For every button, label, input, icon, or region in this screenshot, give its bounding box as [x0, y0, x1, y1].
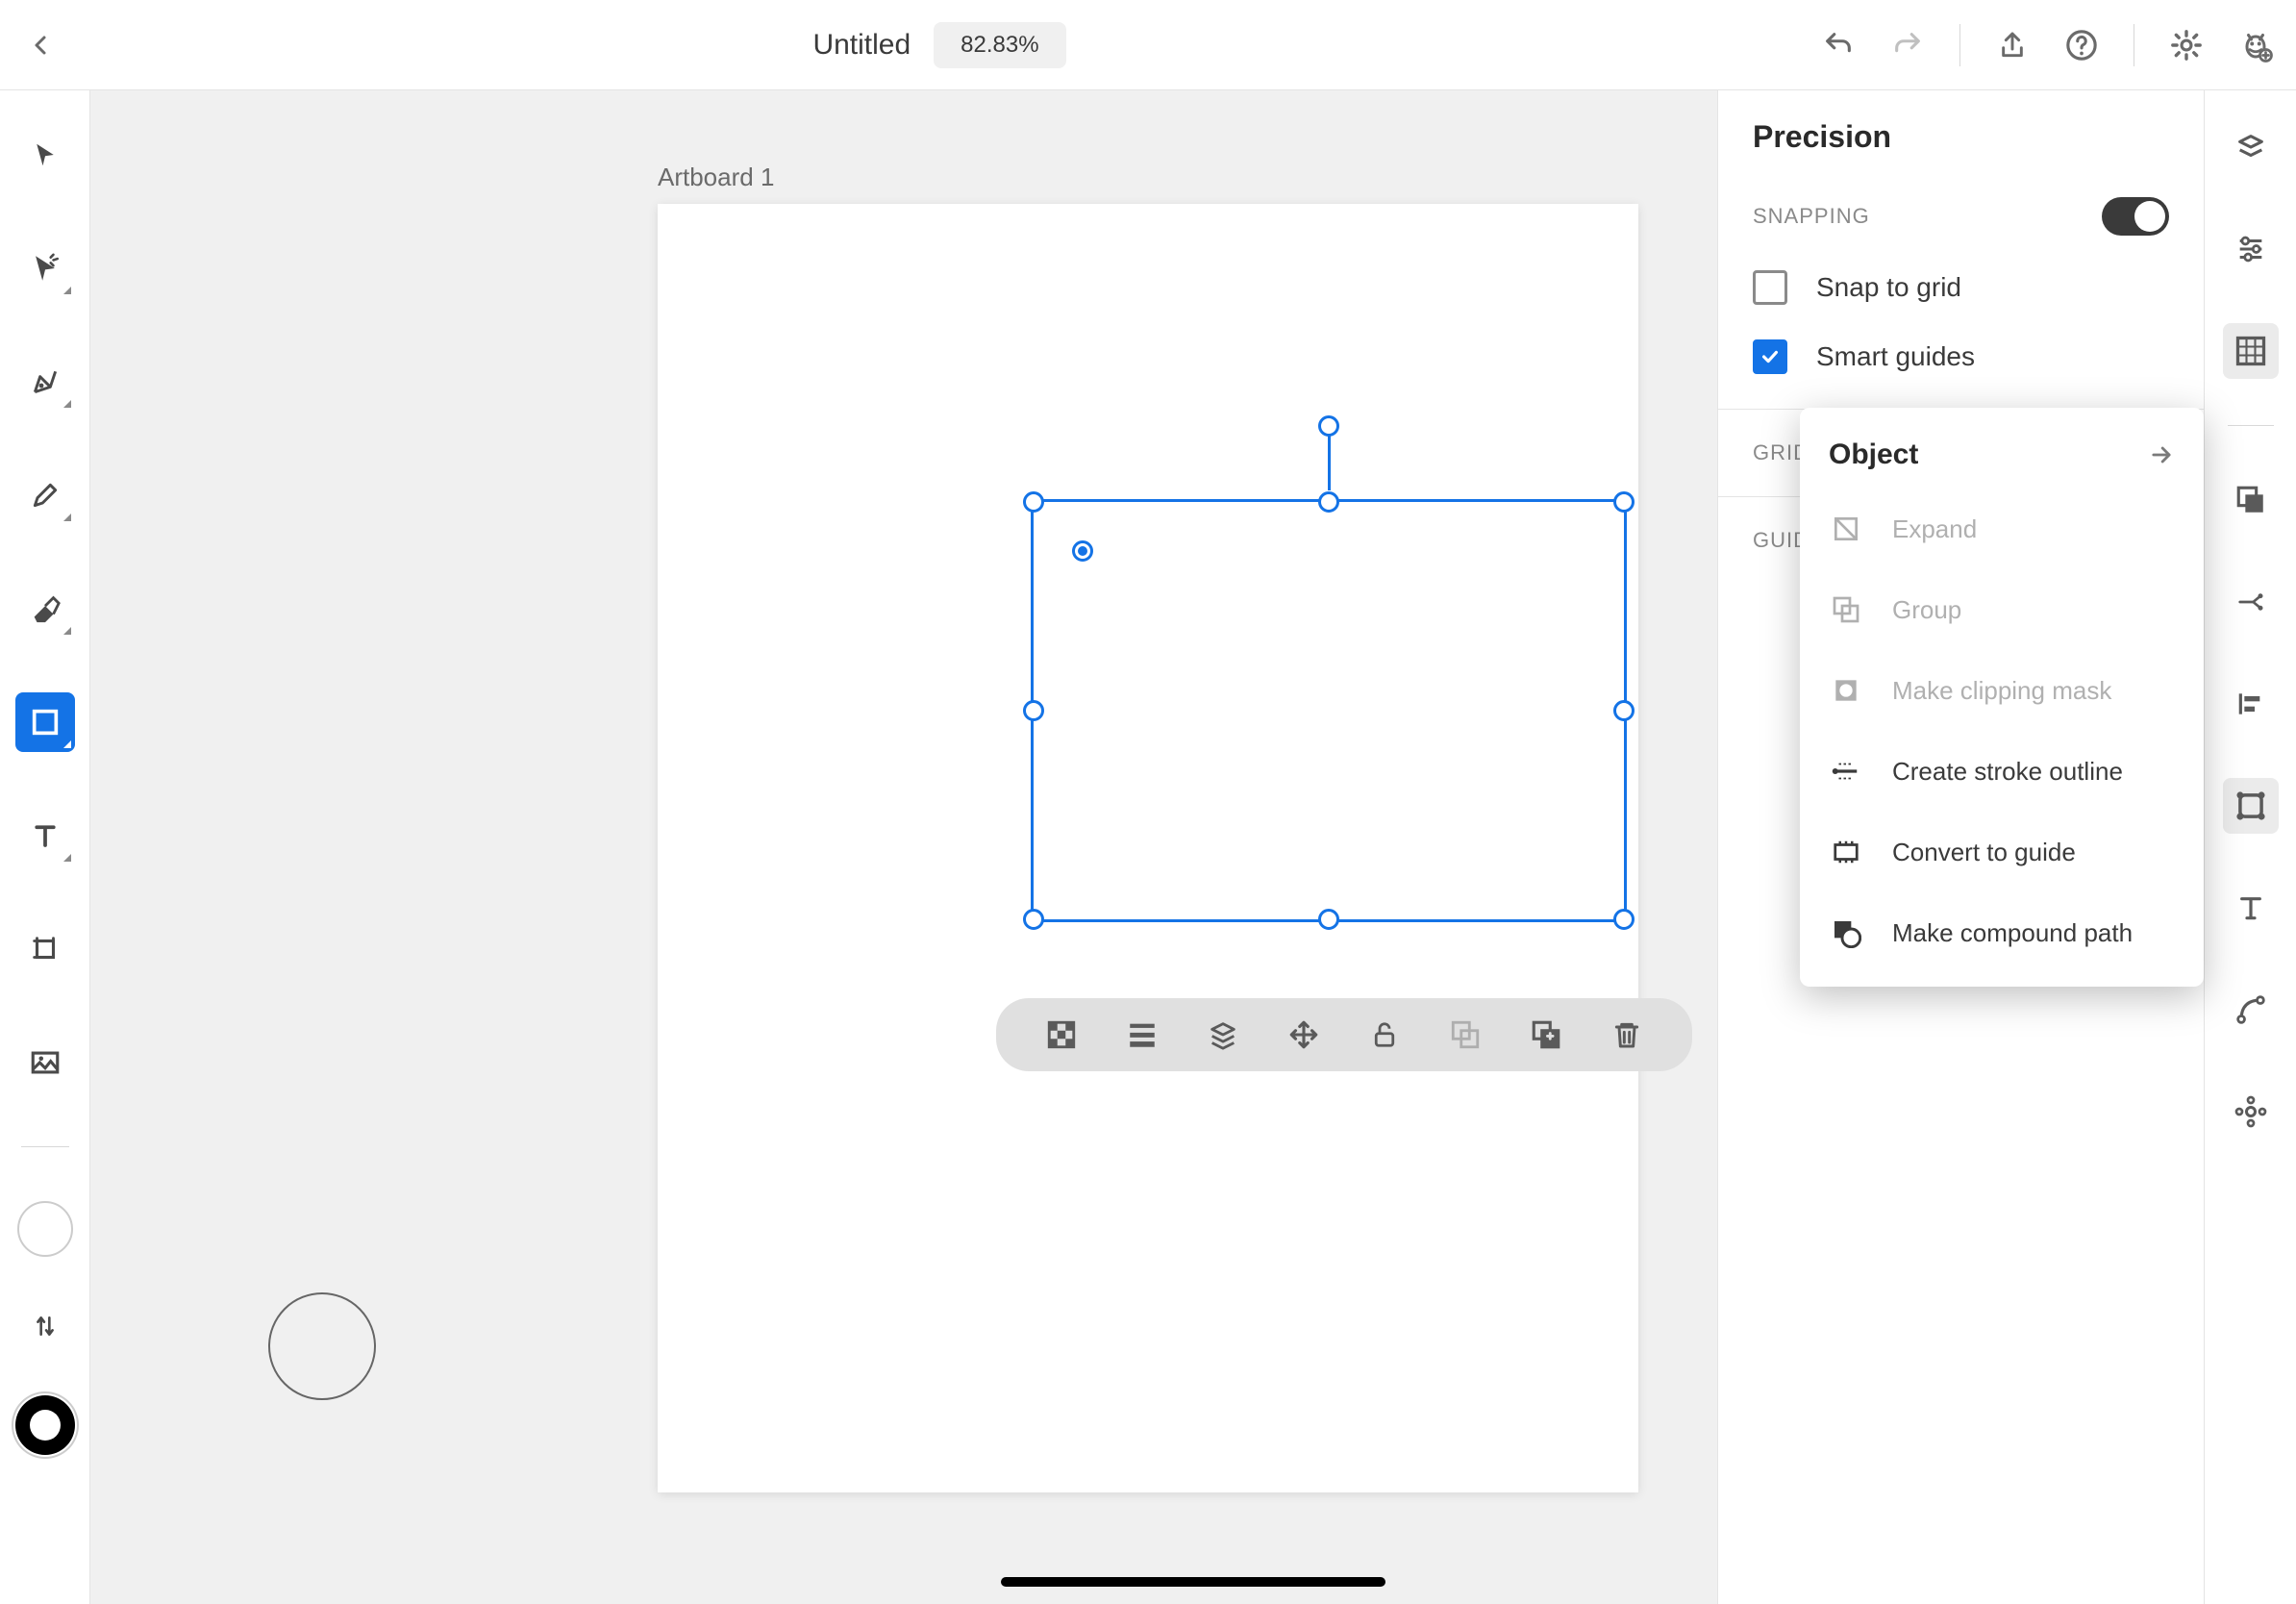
snap-to-grid-row[interactable]: Snap to grid: [1718, 253, 2204, 322]
move-icon[interactable]: [1285, 1015, 1323, 1054]
snap-to-grid-label: Snap to grid: [1816, 272, 1961, 303]
properties-panel-icon[interactable]: [2223, 221, 2279, 277]
pen-tool[interactable]: [15, 352, 75, 412]
shape-tool[interactable]: [15, 692, 75, 752]
type-panel-icon[interactable]: [2223, 880, 2279, 936]
artboard-label[interactable]: Artboard 1: [658, 163, 774, 192]
document-title[interactable]: Untitled: [812, 29, 911, 62]
object-popover-title: Object: [1829, 439, 1918, 471]
stroke-weight-icon[interactable]: [1123, 1015, 1161, 1054]
resize-handle-ml[interactable]: [1023, 700, 1044, 721]
object-clipping-mask-label: Make clipping mask: [1892, 676, 2111, 706]
group-icon: [1829, 592, 1863, 627]
align-panel-icon[interactable]: [2223, 676, 2279, 732]
undo-button[interactable]: [1821, 28, 1856, 63]
transform-panel-icon[interactable]: [2223, 472, 2279, 528]
pathfinder-panel-icon[interactable]: [2223, 574, 2279, 630]
zoom-level[interactable]: 82.83%: [934, 22, 1065, 68]
object-group-label: Group: [1892, 595, 1961, 625]
snapping-toggle[interactable]: [2102, 197, 2169, 236]
object-expand[interactable]: Expand: [1800, 489, 2204, 569]
resize-handle-br[interactable]: [1613, 909, 1635, 930]
delete-icon[interactable]: [1608, 1015, 1646, 1054]
duplicate-icon[interactable]: [1527, 1015, 1565, 1054]
selection-tool[interactable]: [15, 125, 75, 185]
object-clipping-mask[interactable]: Make clipping mask: [1800, 650, 2204, 731]
stroke-outline-icon: [1829, 754, 1863, 789]
layers-panel-icon[interactable]: [2223, 119, 2279, 175]
canvas[interactable]: Artboard 1: [90, 90, 2296, 1604]
divider: [1959, 24, 1960, 66]
smart-guides-checkbox[interactable]: [1753, 339, 1787, 374]
touch-cursor: [268, 1292, 376, 1400]
opacity-icon[interactable]: [1042, 1015, 1081, 1054]
place-image-tool[interactable]: [15, 1033, 75, 1092]
left-toolbar: [0, 90, 90, 1604]
help-button[interactable]: [2064, 28, 2099, 63]
expand-icon: [1829, 512, 1863, 546]
snapping-label: SNAPPING: [1753, 204, 1870, 229]
pencil-tool[interactable]: [15, 465, 75, 525]
swap-fill-stroke[interactable]: [33, 1311, 58, 1341]
context-toolbar: [996, 998, 1692, 1071]
stroke-color-swatch[interactable]: [15, 1395, 75, 1455]
eraser-tool[interactable]: [15, 579, 75, 639]
object-stroke-outline[interactable]: Create stroke outline: [1800, 731, 2204, 812]
object-popover: Object Expand Group Make clipping mask C…: [1800, 408, 2204, 987]
smart-guides-row[interactable]: Smart guides: [1718, 322, 2204, 391]
compound-path-icon: [1829, 915, 1863, 950]
close-popover-icon[interactable]: [2148, 441, 2175, 468]
object-stroke-outline-label: Create stroke outline: [1892, 757, 2123, 787]
guide-icon: [1829, 835, 1863, 869]
object-convert-guide-label: Convert to guide: [1892, 838, 2076, 867]
snap-to-grid-checkbox[interactable]: [1753, 270, 1787, 305]
main: Artboard 1: [0, 90, 2296, 1604]
back-button[interactable]: [23, 28, 58, 63]
redo-button[interactable]: [1890, 28, 1925, 63]
divider: [21, 1146, 69, 1147]
object-group[interactable]: Group: [1800, 569, 2204, 650]
home-indicator: [1001, 1577, 1385, 1587]
right-toolbar: [2204, 90, 2296, 1604]
divider: [2228, 425, 2274, 426]
lock-icon[interactable]: [1365, 1015, 1404, 1054]
settings-button[interactable]: [2169, 28, 2204, 63]
precision-panel-icon[interactable]: [2223, 323, 2279, 379]
selected-rectangle[interactable]: [1031, 499, 1627, 922]
resize-handle-tm[interactable]: [1318, 491, 1339, 513]
rotate-handle[interactable]: [1318, 415, 1339, 437]
fill-color-swatch[interactable]: [17, 1201, 73, 1257]
smart-guides-label: Smart guides: [1816, 341, 1975, 372]
corner-radius-handle[interactable]: [1072, 540, 1093, 562]
resize-handle-tl[interactable]: [1023, 491, 1044, 513]
resize-handle-bm[interactable]: [1318, 909, 1339, 930]
share-button[interactable]: [1995, 28, 2030, 63]
bug-report-button[interactable]: [2238, 28, 2273, 63]
direct-selection-tool[interactable]: [15, 238, 75, 298]
repeat-panel-icon[interactable]: [2223, 1084, 2279, 1140]
panel-title: Precision: [1718, 119, 2204, 180]
arrange-icon[interactable]: [1204, 1015, 1242, 1054]
artboard-tool[interactable]: [15, 919, 75, 979]
resize-handle-bl[interactable]: [1023, 909, 1044, 930]
object-compound-path[interactable]: Make compound path: [1800, 892, 2204, 973]
object-panel-icon[interactable]: [2223, 778, 2279, 834]
object-compound-path-label: Make compound path: [1892, 918, 2133, 948]
mask-icon: [1829, 673, 1863, 708]
topbar: Untitled 82.83%: [0, 0, 2296, 90]
path-panel-icon[interactable]: [2223, 982, 2279, 1038]
object-expand-label: Expand: [1892, 514, 1977, 544]
text-tool[interactable]: [15, 806, 75, 865]
resize-handle-mr[interactable]: [1613, 700, 1635, 721]
group-icon[interactable]: [1446, 1015, 1485, 1054]
object-convert-guide[interactable]: Convert to guide: [1800, 812, 2204, 892]
resize-handle-tr[interactable]: [1613, 491, 1635, 513]
